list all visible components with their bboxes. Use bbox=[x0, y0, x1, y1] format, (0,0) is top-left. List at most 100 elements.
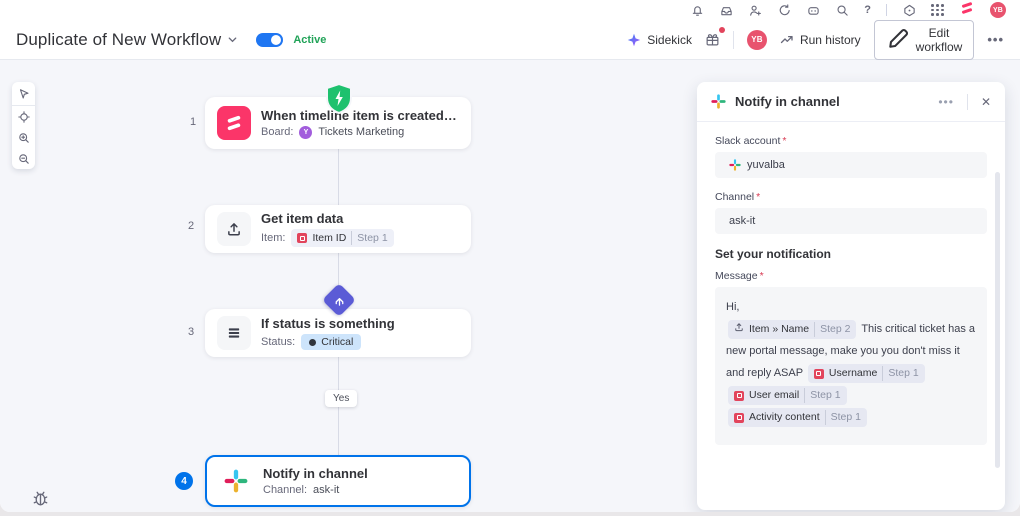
apps-grid-icon[interactable] bbox=[931, 4, 944, 16]
node-condition-card[interactable]: If status is something Status: Critical bbox=[205, 309, 471, 357]
item-id-token[interactable]: Item ID Step 1 bbox=[291, 228, 394, 248]
search-icon[interactable] bbox=[835, 3, 849, 17]
node-2-field-label: Item: bbox=[261, 232, 286, 244]
help-icon[interactable]: ? bbox=[864, 4, 871, 16]
upload-icon bbox=[734, 322, 744, 337]
active-toggle[interactable] bbox=[256, 32, 284, 47]
user-avatar[interactable]: YB bbox=[746, 29, 767, 50]
product-badge-icon[interactable] bbox=[902, 3, 916, 17]
notification-dot bbox=[718, 27, 725, 33]
node-1-number: 1 bbox=[189, 116, 197, 128]
panel-close-button[interactable]: ✕ bbox=[981, 95, 991, 109]
column-icon bbox=[734, 390, 744, 401]
user-avatar[interactable]: YB bbox=[990, 2, 1006, 18]
topbar-divider bbox=[886, 4, 887, 16]
edit-workflow-button[interactable]: Edit workflow bbox=[873, 19, 975, 60]
node-4-number-badge: 4 bbox=[175, 472, 193, 490]
node-1-title: When timeline item is created in … bbox=[261, 107, 459, 123]
panel-menu-button[interactable]: ••• bbox=[938, 95, 954, 109]
global-topbar: ? YB bbox=[0, 0, 1020, 20]
recenter-tool[interactable] bbox=[12, 106, 35, 127]
board-avatar: Y bbox=[299, 125, 313, 139]
marketplace-icon[interactable] bbox=[806, 3, 820, 17]
column-icon bbox=[734, 412, 744, 423]
user-email-token[interactable]: User email Step 1 bbox=[728, 386, 847, 405]
token-name: Item » Name bbox=[749, 323, 810, 335]
notifications-bell-icon[interactable] bbox=[690, 3, 704, 17]
run-history-label: Run history bbox=[799, 32, 861, 47]
token-step: Step 2 bbox=[814, 322, 850, 337]
chevron-down-icon[interactable] bbox=[227, 34, 238, 45]
token-step: Step 1 bbox=[804, 388, 841, 403]
status-dot-icon bbox=[309, 338, 317, 346]
select-cursor-tool[interactable] bbox=[12, 82, 35, 106]
header-divider bbox=[732, 30, 734, 49]
message-label: Message bbox=[715, 270, 758, 282]
token-step: Step 1 bbox=[351, 230, 388, 246]
zoom-out-tool[interactable] bbox=[12, 148, 35, 169]
required-asterisk: * bbox=[756, 191, 761, 203]
slack-icon bbox=[711, 94, 726, 109]
node-3-number: 3 bbox=[187, 326, 195, 338]
monday-app-icon bbox=[217, 106, 251, 140]
gift-icon bbox=[706, 34, 719, 46]
monday-logo-icon[interactable] bbox=[959, 0, 975, 21]
node-notify-in-channel-card[interactable]: Notify in channel Channel: ask-it bbox=[205, 455, 471, 507]
trigger-shield-icon bbox=[325, 82, 353, 115]
status-value: Critical bbox=[321, 336, 354, 348]
channel-input[interactable]: ask-it bbox=[715, 208, 987, 234]
notification-section-title: Set your notification bbox=[715, 247, 832, 261]
panel-scrollbar[interactable] bbox=[995, 172, 1000, 468]
more-options-button[interactable]: ••• bbox=[987, 32, 1004, 47]
panel-header-divider bbox=[966, 93, 968, 110]
workflow-title[interactable]: Duplicate of New Workflow bbox=[16, 30, 221, 50]
token-name: Activity content bbox=[749, 411, 820, 424]
sparkle-icon bbox=[628, 33, 641, 46]
slack-icon bbox=[219, 464, 253, 498]
zoom-in-tool[interactable] bbox=[12, 127, 35, 148]
sidekick-button[interactable]: Sidekick bbox=[627, 33, 692, 47]
message-editor[interactable]: Hi, Item » Name Step 2 This critical tic… bbox=[715, 287, 987, 445]
status-rows-icon bbox=[217, 316, 251, 350]
run-history-button[interactable]: Run history bbox=[780, 33, 861, 47]
edit-workflow-label: Edit workflow bbox=[915, 25, 963, 54]
token-step: Step 1 bbox=[882, 366, 919, 381]
required-asterisk: * bbox=[759, 270, 764, 282]
channel-label: Channel bbox=[715, 191, 755, 203]
node-2-title: Get item data bbox=[261, 210, 344, 226]
updates-feed-icon[interactable] bbox=[777, 3, 791, 17]
sidekick-label: Sidekick bbox=[647, 32, 692, 47]
node-2-number: 2 bbox=[187, 220, 195, 232]
inbox-icon[interactable] bbox=[719, 3, 733, 17]
node-1-field-value: Tickets Marketing bbox=[318, 126, 405, 138]
node-config-panel: Notify in channel ••• ✕ Slack account * y… bbox=[697, 82, 1005, 510]
node-1-field-label: Board: bbox=[261, 126, 294, 138]
slack-icon bbox=[729, 159, 741, 171]
critical-status-token[interactable]: Critical bbox=[301, 334, 362, 350]
username-token[interactable]: Username Step 1 bbox=[807, 364, 925, 383]
slack-account-label: Slack account bbox=[715, 135, 781, 147]
active-status-label: Active bbox=[293, 33, 327, 46]
slack-account-input[interactable]: yuvalba bbox=[715, 152, 987, 178]
node-get-item-data-card[interactable]: Get item data Item: Item ID Step 1 bbox=[205, 205, 471, 253]
invite-members-icon[interactable] bbox=[748, 3, 762, 17]
item-id-column-icon bbox=[297, 233, 308, 243]
panel-header: Notify in channel ••• ✕ bbox=[697, 82, 1005, 122]
node-4-title: Notify in channel bbox=[263, 466, 368, 481]
node-3-field-label: Status: bbox=[261, 336, 296, 348]
column-icon bbox=[813, 368, 824, 379]
required-asterisk: * bbox=[782, 135, 787, 147]
token-name: User email bbox=[749, 389, 800, 402]
token-step: Step 1 bbox=[824, 410, 861, 425]
gift-button[interactable] bbox=[705, 27, 725, 47]
condition-branch-icon bbox=[322, 283, 356, 317]
debug-bug-icon[interactable] bbox=[30, 488, 51, 512]
token-name: Item ID bbox=[312, 231, 347, 244]
panel-title: Notify in channel bbox=[735, 94, 840, 109]
token-name: Username bbox=[828, 367, 878, 380]
node-4-field-value: ask-it bbox=[313, 484, 340, 496]
workflow-canvas[interactable]: 1 When timeline item is created in … Boa… bbox=[0, 60, 1020, 512]
activity-content-token[interactable]: Activity content Step 1 bbox=[728, 408, 867, 427]
message-line1: Hi, bbox=[726, 301, 740, 313]
item-name-token[interactable]: Item » Name Step 2 bbox=[728, 320, 857, 339]
